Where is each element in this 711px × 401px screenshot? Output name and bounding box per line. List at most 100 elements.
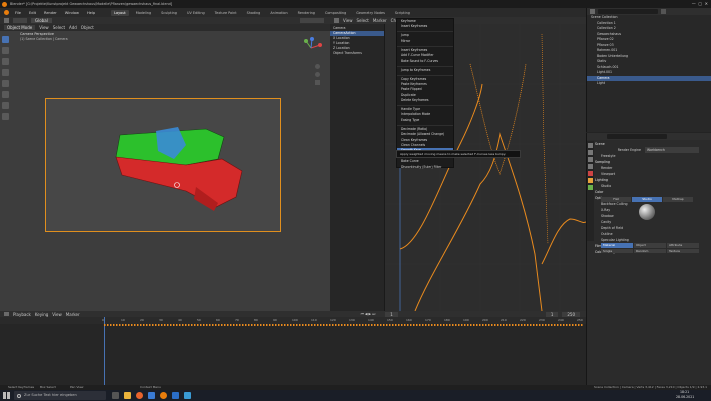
- menu-separator: [397, 64, 453, 67]
- workspace-tab-compositing[interactable]: Compositing: [322, 10, 349, 16]
- camera-view-icon[interactable]: [315, 80, 320, 85]
- rotate-tool-icon[interactable]: [2, 69, 9, 76]
- outliner-type-icon[interactable]: [590, 9, 595, 14]
- workspace-tab-modeling[interactable]: Modeling: [133, 10, 154, 16]
- workspace-tab-shading[interactable]: Shading: [244, 10, 264, 16]
- taskbar-search-field[interactable]: Zur Suche Text hier eingeben: [14, 391, 106, 400]
- output-tab-icon[interactable]: [588, 150, 593, 155]
- timeline-tick-label: 170: [425, 318, 431, 322]
- navigation-gizmo[interactable]: [300, 37, 322, 59]
- graph-menu-select[interactable]: Select: [357, 18, 369, 23]
- cursor-tool-icon[interactable]: [2, 47, 9, 54]
- key-menu-item[interactable]: Discontinuity (Euler) Filter: [397, 165, 453, 170]
- playhead[interactable]: [104, 317, 105, 385]
- timeline-tick-label: 220: [520, 318, 526, 322]
- render-engine-dropdown[interactable]: Workbench: [645, 147, 700, 153]
- end-frame-field[interactable]: 250: [562, 311, 580, 317]
- start-frame-field[interactable]: 1: [545, 311, 559, 317]
- properties-search[interactable]: [607, 134, 667, 139]
- key-dropdown-menu: Keyframe Insert Keyframes Jump Mirror Insert…: [396, 18, 454, 170]
- lighting-matcap[interactable]: MatCap: [663, 197, 693, 202]
- timeline-menu-playback[interactable]: Playback: [13, 312, 31, 317]
- object-tab-icon[interactable]: [588, 178, 593, 183]
- timeline-tick-label: 190: [463, 318, 469, 322]
- workspace-tab-uv-editing[interactable]: UV Editing: [184, 10, 208, 16]
- lighting-flat[interactable]: Flat: [601, 197, 631, 202]
- timeline-tick-label: 210: [501, 318, 507, 322]
- color-object[interactable]: Object: [634, 243, 666, 248]
- file-explorer-icon[interactable]: [124, 392, 131, 399]
- tray-clock-date[interactable]: 28.06.2021: [676, 395, 694, 399]
- color-texture[interactable]: Texture: [667, 248, 699, 253]
- tray-clock-time[interactable]: 18:21: [680, 390, 689, 394]
- outliner-row[interactable]: Light: [587, 81, 711, 87]
- world-tab-icon[interactable]: [588, 171, 593, 176]
- windows-start-icon[interactable]: [3, 392, 10, 399]
- store-icon[interactable]: [184, 392, 191, 399]
- viewport-menu-view[interactable]: View: [39, 25, 49, 30]
- color-material[interactable]: Material: [601, 243, 633, 248]
- blender-menu-icon[interactable]: [4, 10, 9, 15]
- measure-tool-icon[interactable]: [2, 113, 9, 120]
- playback-controls[interactable]: ⏮ ◀ ▶ ⏭: [361, 312, 376, 316]
- graph-editor-type-icon[interactable]: [334, 18, 339, 23]
- current-frame-field[interactable]: 1: [385, 311, 398, 317]
- app-icon[interactable]: [148, 392, 155, 399]
- viewport-shading-buttons[interactable]: [300, 18, 324, 23]
- camera-data-tab-icon[interactable]: [588, 185, 593, 190]
- task-view-icon[interactable]: [112, 392, 119, 399]
- transform-tool-icon[interactable]: [2, 91, 9, 98]
- timeline-tick-label: 240: [558, 318, 564, 322]
- channel-object-transforms[interactable]: Object Transforms: [330, 51, 384, 56]
- viewport-menu-object[interactable]: Object: [81, 25, 94, 30]
- workspace-tab-animation[interactable]: Animation: [267, 10, 290, 16]
- menu-edit[interactable]: Edit: [27, 11, 38, 15]
- timeline-menu-keying[interactable]: Keying: [35, 312, 48, 317]
- menu-help[interactable]: Help: [85, 11, 97, 15]
- menu-window[interactable]: Window: [63, 11, 81, 15]
- blender-taskbar-icon[interactable]: [160, 392, 167, 399]
- move-tool-icon[interactable]: [2, 58, 9, 65]
- lighting-studio[interactable]: Studio: [632, 197, 662, 202]
- scale-tool-icon[interactable]: [2, 80, 9, 87]
- view-layer-tab-icon[interactable]: [588, 157, 593, 162]
- workspace-tab-scripting[interactable]: Scripting: [392, 10, 413, 16]
- annotate-tool-icon[interactable]: [2, 102, 9, 109]
- graph-menu-marker[interactable]: Marker: [373, 18, 387, 23]
- timeline-ruler[interactable]: 0 10 20 30 40 50 60 70 80 90 100 110 120 130 140 150 160…: [0, 317, 586, 324]
- select-mode-icons[interactable]: [13, 18, 27, 23]
- window-controls[interactable]: — ▢ ✕: [692, 0, 708, 8]
- color-attribute[interactable]: Attribute: [667, 243, 699, 248]
- toolbar: [2, 36, 10, 120]
- editor-type-icon[interactable]: [4, 18, 9, 23]
- viewport-overlay-subtitle: (1) Szene Collection | Camera: [20, 37, 68, 41]
- select-tool-icon[interactable]: [2, 36, 9, 43]
- render-tab-icon[interactable]: [588, 143, 593, 148]
- outliner-search[interactable]: [598, 9, 658, 14]
- menu-render[interactable]: Render: [42, 11, 59, 15]
- timeline-menu-marker[interactable]: Marker: [66, 312, 80, 317]
- color-single[interactable]: Single: [601, 248, 633, 253]
- mail-icon[interactable]: [172, 392, 179, 399]
- workspace-tab-rendering[interactable]: Rendering: [295, 10, 318, 16]
- menu-file[interactable]: File: [13, 11, 23, 15]
- workspace-tab-sculpting[interactable]: Sculpting: [158, 10, 180, 16]
- timeline-menu-view[interactable]: View: [52, 312, 62, 317]
- timeline-area[interactable]: [0, 317, 586, 385]
- scene-tab-icon[interactable]: [588, 164, 593, 169]
- filter-icon[interactable]: [661, 9, 666, 14]
- timeline-type-icon[interactable]: [4, 312, 9, 316]
- studio-light-sphere[interactable]: [639, 204, 655, 220]
- shading-dropdown[interactable]: Global: [31, 18, 52, 23]
- workspace-tab-geometry-nodes[interactable]: Geometry Nodes: [353, 10, 388, 16]
- zoom-icon[interactable]: [315, 64, 320, 69]
- viewport-menu-select[interactable]: Select: [53, 25, 65, 30]
- mode-dropdown[interactable]: Object Mode: [4, 25, 36, 30]
- workspace-tab-texture-paint[interactable]: Texture Paint: [212, 10, 240, 16]
- viewport-menu-add[interactable]: Add: [69, 25, 77, 30]
- pan-icon[interactable]: [315, 72, 320, 77]
- workspace-tab-layout[interactable]: Layout: [111, 9, 129, 16]
- color-random[interactable]: Random: [634, 248, 666, 253]
- firefox-icon[interactable]: [136, 392, 143, 399]
- graph-menu-view[interactable]: View: [343, 18, 353, 23]
